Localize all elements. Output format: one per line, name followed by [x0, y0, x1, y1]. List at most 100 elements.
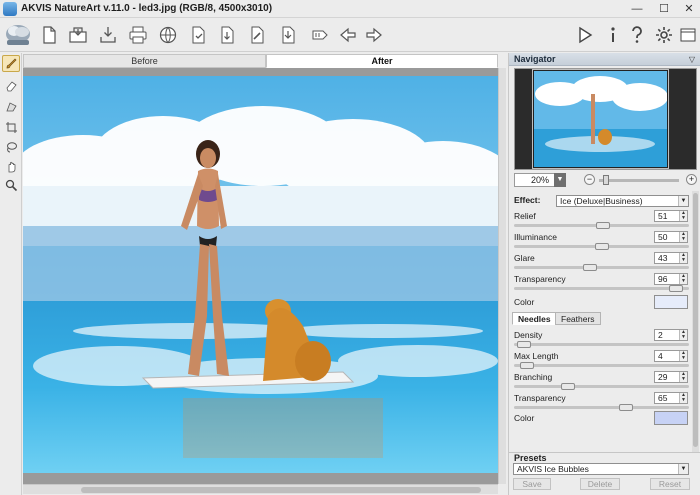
needles-param-slider[interactable]	[514, 383, 689, 390]
load-strokes-icon[interactable]	[245, 23, 269, 47]
delete-preset-button[interactable]: Delete	[580, 478, 620, 490]
zoom-dropdown-icon[interactable]: ▼	[554, 173, 566, 187]
slider-knob[interactable]	[669, 285, 683, 292]
needles-param-slider[interactable]	[514, 404, 689, 411]
panel-scrollbar[interactable]	[692, 191, 699, 453]
zoom-slider[interactable]	[599, 179, 679, 182]
info-icon[interactable]	[601, 23, 625, 47]
slider-knob[interactable]	[595, 243, 609, 250]
navigator-viewport-frame[interactable]	[532, 69, 669, 169]
reset-preset-button[interactable]: Reset	[650, 478, 690, 490]
needles-param-value-field[interactable]: 29 ▲ ▼	[654, 371, 688, 383]
close-button[interactable]: ✕	[678, 1, 700, 17]
spinner-arrows-icon[interactable]: ▲ ▼	[679, 253, 687, 263]
hand-tool-icon[interactable]	[2, 158, 20, 175]
export-preset-icon[interactable]	[215, 23, 239, 47]
zoom-slider-knob[interactable]	[603, 175, 609, 185]
tab-before[interactable]: Before	[23, 54, 266, 68]
spinner-arrows-icon[interactable]: ▲ ▼	[679, 330, 687, 340]
settings-icon[interactable]	[652, 23, 676, 47]
needles-param-value: 29	[658, 372, 668, 382]
vertical-scrollbar[interactable]	[498, 68, 506, 484]
window-title: AKVIS NatureArt v.11.0 - led3.jpg (RGB/8…	[21, 3, 273, 14]
crop-tool-icon[interactable]	[2, 119, 20, 136]
save-image-icon[interactable]	[96, 23, 120, 47]
print-icon[interactable]	[126, 23, 150, 47]
effect-param-value-field[interactable]: 96 ▲ ▼	[654, 273, 688, 285]
minimize-button[interactable]: —	[626, 1, 648, 17]
import-preset-icon[interactable]	[186, 23, 210, 47]
needles-param-label: Density	[514, 330, 543, 340]
slider-knob[interactable]	[561, 383, 575, 390]
effect-param-value-field[interactable]: 51 ▲ ▼	[654, 210, 688, 222]
slider-knob[interactable]	[520, 362, 534, 369]
effect-select[interactable]: Ice (Deluxe|Business) ▼	[556, 195, 689, 207]
tab-after[interactable]: After	[266, 54, 498, 68]
needles-param-value-field[interactable]: 65 ▲ ▼	[654, 392, 688, 404]
undo-back-icon[interactable]	[336, 23, 360, 47]
needles-color-swatch[interactable]	[654, 411, 688, 425]
slider-knob[interactable]	[583, 264, 597, 271]
spinner-arrows-icon[interactable]: ▲ ▼	[679, 393, 687, 403]
horizontal-scrollbar[interactable]	[23, 484, 498, 494]
redo-forward-icon[interactable]	[362, 23, 386, 47]
effect-param-value-field[interactable]: 50 ▲ ▼	[654, 231, 688, 243]
batch-icon[interactable]	[308, 23, 332, 47]
needles-param-slider[interactable]	[514, 362, 689, 369]
zoom-in-button[interactable]: +	[686, 174, 697, 185]
navigator-preview[interactable]	[514, 68, 697, 170]
effect-param-slider[interactable]	[514, 264, 689, 271]
presets-select[interactable]: AKVIS Ice Bubbles ▼	[513, 463, 689, 475]
layout-toggle-icon[interactable]	[676, 23, 700, 47]
lasso-tool-icon[interactable]	[2, 139, 20, 156]
share-icon[interactable]	[156, 23, 180, 47]
new-document-icon[interactable]	[37, 23, 61, 47]
tab-feathers[interactable]: Feathers	[555, 312, 601, 325]
slider-knob[interactable]	[619, 404, 633, 411]
effect-param-value: 43	[658, 253, 668, 263]
effect-param-value: 50	[658, 232, 668, 242]
help-icon[interactable]	[625, 23, 649, 47]
title-bar: AKVIS NatureArt v.11.0 - led3.jpg (RGB/8…	[0, 0, 700, 18]
needles-param-value: 2	[658, 330, 663, 340]
result-image	[23, 76, 498, 473]
gradient-tool-icon[interactable]	[2, 98, 20, 115]
canvas-margin-top	[23, 68, 498, 76]
panel-scrollbar-thumb[interactable]	[693, 193, 698, 447]
effect-param-label: Relief	[514, 211, 536, 221]
zoom-controls: 20% ▼ − +	[514, 173, 697, 187]
brush-tool-icon[interactable]	[2, 55, 20, 72]
spinner-arrows-icon[interactable]: ▲ ▼	[679, 351, 687, 361]
spinner-arrows-icon[interactable]: ▲ ▼	[679, 211, 687, 221]
eraser-tool-icon[interactable]	[2, 77, 20, 94]
effect-param-slider[interactable]	[514, 243, 689, 250]
needles-param-slider[interactable]	[514, 341, 689, 348]
effect-param-slider[interactable]	[514, 222, 689, 229]
effect-param-value-field[interactable]: 43 ▲ ▼	[654, 252, 688, 264]
tab-needles[interactable]: Needles	[512, 312, 557, 325]
maximize-button[interactable]: ☐	[653, 1, 675, 17]
collapse-icon[interactable]: ▽	[689, 55, 695, 64]
navigator-header: Navigator ▽	[509, 53, 700, 66]
save-strokes-icon[interactable]	[276, 23, 300, 47]
scrollbar-thumb[interactable]	[81, 487, 481, 493]
slider-knob[interactable]	[596, 222, 610, 229]
save-preset-button[interactable]: Save	[513, 478, 551, 490]
needles-param-value-field[interactable]: 4 ▲ ▼	[654, 350, 688, 362]
effect-color-swatch[interactable]	[654, 295, 688, 309]
zoom-out-button[interactable]: −	[584, 174, 595, 185]
needles-param-value: 4	[658, 351, 663, 361]
spinner-arrows-icon[interactable]: ▲ ▼	[679, 372, 687, 382]
needles-param-value-field[interactable]: 2 ▲ ▼	[654, 329, 688, 341]
slider-knob[interactable]	[517, 341, 531, 348]
run-icon[interactable]	[573, 23, 597, 47]
spinner-arrows-icon[interactable]: ▲ ▼	[679, 232, 687, 242]
effect-param-slider[interactable]	[514, 285, 689, 292]
needles-color-label: Color	[514, 413, 535, 423]
chevron-down-icon: ▼	[678, 196, 688, 206]
open-image-icon[interactable]	[66, 23, 90, 47]
spinner-arrows-icon[interactable]: ▲ ▼	[679, 274, 687, 284]
zoom-tool-icon[interactable]	[2, 177, 20, 194]
image-canvas[interactable]	[23, 76, 498, 473]
effect-param-value: 51	[658, 211, 668, 221]
